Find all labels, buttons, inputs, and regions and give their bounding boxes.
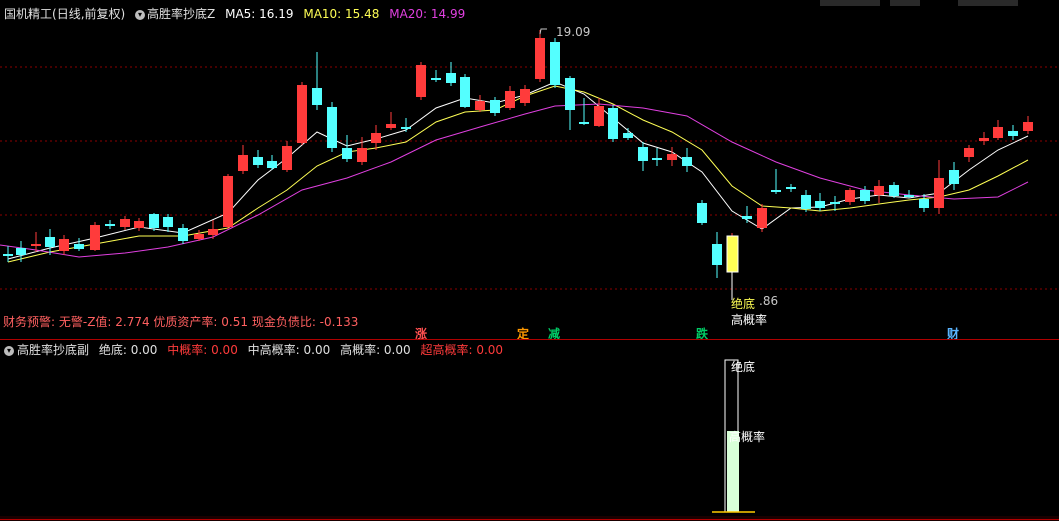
candle-up <box>282 146 292 170</box>
candle-down <box>565 78 575 110</box>
candle-down <box>579 122 589 124</box>
indicator-name[interactable]: 高胜率抄底Z <box>147 7 215 21</box>
candle-down <box>904 195 914 197</box>
candle-down <box>490 100 500 113</box>
candle-down <box>401 127 411 129</box>
candle-up <box>90 225 100 250</box>
candle-down <box>638 147 648 161</box>
candle-down <box>919 199 929 208</box>
candle-up <box>208 229 218 235</box>
candle-up <box>386 124 396 128</box>
bar-label-gaogailv: 高概率 <box>729 430 766 444</box>
candle-down <box>550 42 560 85</box>
candle-up <box>535 38 545 79</box>
candle-up <box>874 186 884 195</box>
candle-up <box>238 155 248 171</box>
candle-up <box>31 244 41 246</box>
candle-up <box>505 91 515 108</box>
ma10-label: MA10: 15.48 <box>303 7 380 21</box>
main-header: 国机精工(日线,前复权) ▾ 高胜率抄底Z MA5: 16.19 MA10: 15… <box>4 6 471 22</box>
candle-up <box>993 127 1003 138</box>
candle-down <box>623 133 633 138</box>
candle-up <box>1023 122 1033 131</box>
candle-down <box>697 203 707 223</box>
candle-up <box>134 221 144 228</box>
ma10-line <box>7 85 1029 263</box>
signal-label-2: 高概率 <box>731 313 768 327</box>
candle-down <box>431 78 441 80</box>
signal-label-1: 绝底 <box>731 297 756 311</box>
candle-down <box>3 254 13 256</box>
candle-down <box>446 73 456 83</box>
candle-up <box>667 154 677 160</box>
period-label: (日线,前复权) <box>52 7 126 21</box>
stock-name[interactable]: 国机精工 <box>4 7 52 21</box>
kline-panel[interactable]: 国机精工(日线,前复权) ▾ 高胜率抄底Z MA5: 16.19 MA10: 15… <box>0 0 1059 341</box>
candle-down <box>1008 131 1018 136</box>
candle-up <box>845 190 855 202</box>
candle-down <box>682 157 692 166</box>
candle-down <box>178 228 188 241</box>
candle-down <box>860 190 870 201</box>
candle-up <box>964 148 974 157</box>
bottom-border <box>0 519 1059 520</box>
candle-down <box>801 195 811 209</box>
candle-down <box>652 158 662 160</box>
candle-down <box>327 107 337 148</box>
candle-down <box>712 244 722 265</box>
ma5-label: MA5: 16.19 <box>225 7 294 21</box>
candle-down <box>16 248 26 255</box>
candle-up <box>223 176 233 227</box>
candle-down <box>267 161 277 168</box>
candle-down <box>253 157 263 165</box>
candle-down <box>312 88 322 105</box>
candle-down <box>771 190 781 192</box>
candle-up <box>416 65 426 97</box>
candle-down <box>149 214 159 228</box>
ma5-line <box>7 81 1029 260</box>
high-price-pointer <box>539 28 547 35</box>
ma20-line <box>0 103 1029 258</box>
candle-up <box>357 148 367 162</box>
candle-down <box>74 244 84 249</box>
bar-label-juedi: 绝底 <box>731 360 756 374</box>
candle-up <box>297 85 307 143</box>
candle-up <box>934 178 944 208</box>
candle-down <box>163 217 173 227</box>
candle-down <box>608 108 618 139</box>
candle-up <box>520 89 530 103</box>
candle-down <box>105 224 115 226</box>
signal-candle <box>726 235 739 273</box>
candle-down <box>786 187 796 189</box>
candle-down <box>815 201 825 208</box>
candle-up <box>979 138 989 141</box>
candle-down <box>45 237 55 247</box>
candle-up <box>120 219 130 227</box>
candle-up <box>475 101 485 110</box>
subpanel-chart <box>712 359 755 513</box>
candle-up <box>594 106 604 126</box>
kline-chart[interactable] <box>0 0 1059 340</box>
signal-value: .86 <box>759 294 779 308</box>
candle-down <box>830 202 840 204</box>
ma20-label: MA20: 14.99 <box>389 7 466 21</box>
indicator-subpanel[interactable]: ▾ 高胜率抄底副 绝底: 0.00 中概率: 0.00 中高概率: 0.00 高概… <box>0 340 1059 521</box>
candle-down <box>342 148 352 159</box>
candle-down <box>889 185 899 196</box>
high-price-label: 19.09 <box>556 25 591 39</box>
candle-up <box>194 234 204 239</box>
finance-warning: 财务预警: 无警-Z值: 2.774 优质资产率: 0.51 现金负债比: -0… <box>3 315 359 329</box>
candle-down <box>742 216 752 219</box>
candle-down <box>949 170 959 184</box>
candle-up <box>59 239 69 251</box>
candle-up <box>371 133 381 143</box>
candle-down <box>460 77 470 107</box>
chevron-down-icon[interactable]: ▾ <box>135 9 146 20</box>
candle-up <box>757 208 767 228</box>
